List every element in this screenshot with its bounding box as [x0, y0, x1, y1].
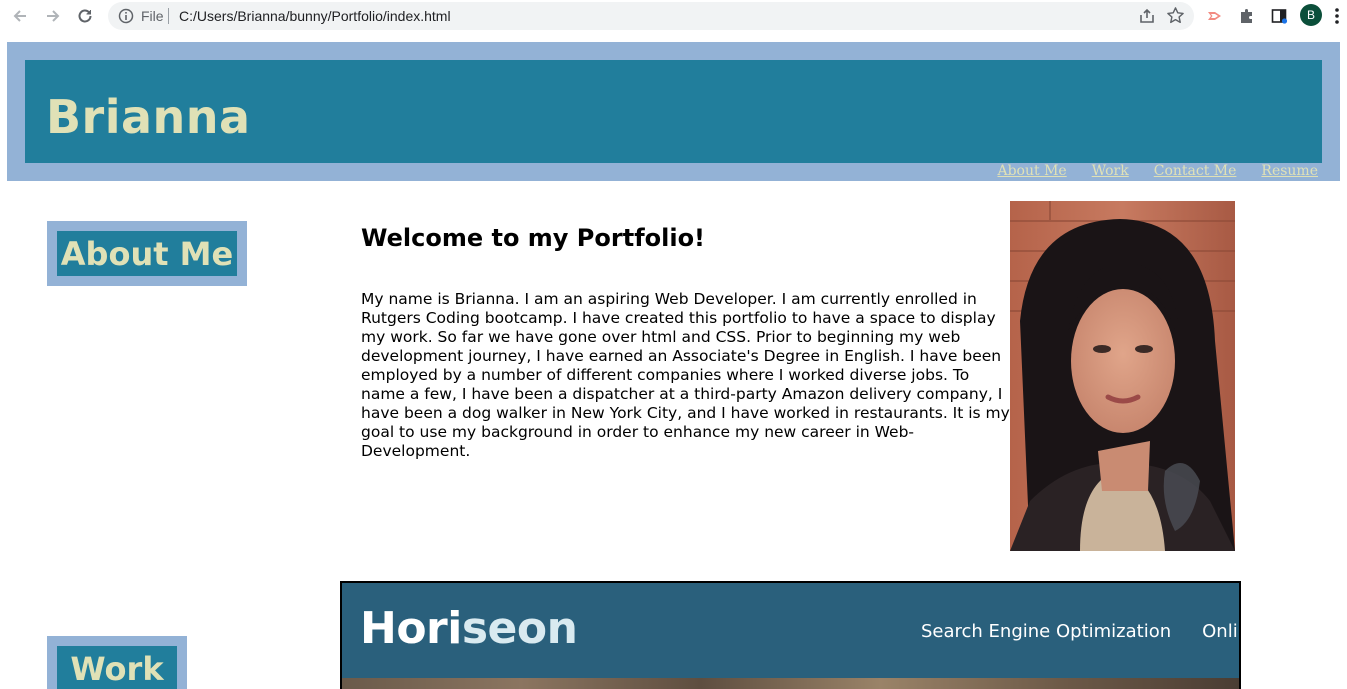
about-me-label-band: About Me	[57, 231, 237, 276]
back-button[interactable]	[7, 3, 33, 29]
project-logo-part2: seon	[461, 603, 578, 654]
welcome-heading: Welcome to my Portfolio!	[361, 224, 706, 252]
project-nav: Search Engine Optimization Online R	[921, 621, 1239, 642]
nav-link-contact-me[interactable]: Contact Me	[1154, 163, 1237, 181]
address-bar[interactable]: File C:/Users/Brianna/bunny/Portfolio/in…	[108, 2, 1194, 30]
bio-paragraph: My name is Brianna. I am an aspiring Web…	[361, 290, 1010, 460]
nav-link-about-me[interactable]: About Me	[997, 163, 1066, 181]
profile-avatar[interactable]: B	[1300, 4, 1322, 26]
extension-button[interactable]	[1204, 5, 1226, 27]
back-arrow-icon	[13, 10, 26, 22]
reload-icon	[78, 9, 92, 23]
project-hero-image	[342, 678, 1239, 689]
menu-dots-icon[interactable]	[1334, 7, 1340, 25]
work-project-card[interactable]: Horiseon Search Engine Optimization Onli…	[340, 581, 1241, 689]
address-separator	[168, 8, 169, 24]
file-label: File	[141, 8, 164, 24]
star-icon[interactable]	[1166, 6, 1185, 25]
portrait-photo	[1010, 201, 1235, 551]
url-text[interactable]: C:/Users/Brianna/bunny/Portfolio/index.h…	[179, 8, 451, 24]
project-logo: Horiseon	[360, 603, 578, 654]
project-nav-seo: Search Engine Optimization	[921, 621, 1172, 642]
header-band: Brianna	[25, 60, 1322, 163]
forward-button[interactable]	[40, 3, 66, 29]
forward-arrow-icon	[47, 10, 60, 22]
puzzle-icon	[1241, 9, 1252, 23]
nav-link-resume[interactable]: Resume	[1261, 163, 1318, 181]
extension-icon	[1208, 12, 1221, 20]
reload-button[interactable]	[72, 3, 98, 29]
side-panel-icon	[1271, 9, 1288, 24]
info-icon[interactable]	[118, 8, 134, 24]
project-logo-part1: Hori	[360, 603, 462, 654]
extensions-menu-button[interactable]	[1236, 5, 1258, 27]
nav-link-work[interactable]: Work	[1092, 163, 1129, 181]
work-label-box: Work	[47, 636, 187, 689]
work-label-band: Work	[57, 646, 177, 689]
about-me-label-box: About Me	[47, 221, 247, 286]
site-nav: About Me Work Contact Me Resume	[997, 163, 1318, 181]
side-panel-button[interactable]	[1268, 5, 1290, 27]
browser-toolbar: File C:/Users/Brianna/bunny/Portfolio/in…	[0, 0, 1347, 32]
site-name: Brianna	[46, 90, 251, 144]
work-heading: Work	[70, 649, 164, 688]
share-icon[interactable]	[1138, 7, 1156, 25]
site-header: Brianna About Me Work Contact Me Resume	[7, 42, 1340, 181]
project-nav-online: Online R	[1202, 621, 1239, 642]
about-me-heading: About Me	[60, 234, 234, 273]
